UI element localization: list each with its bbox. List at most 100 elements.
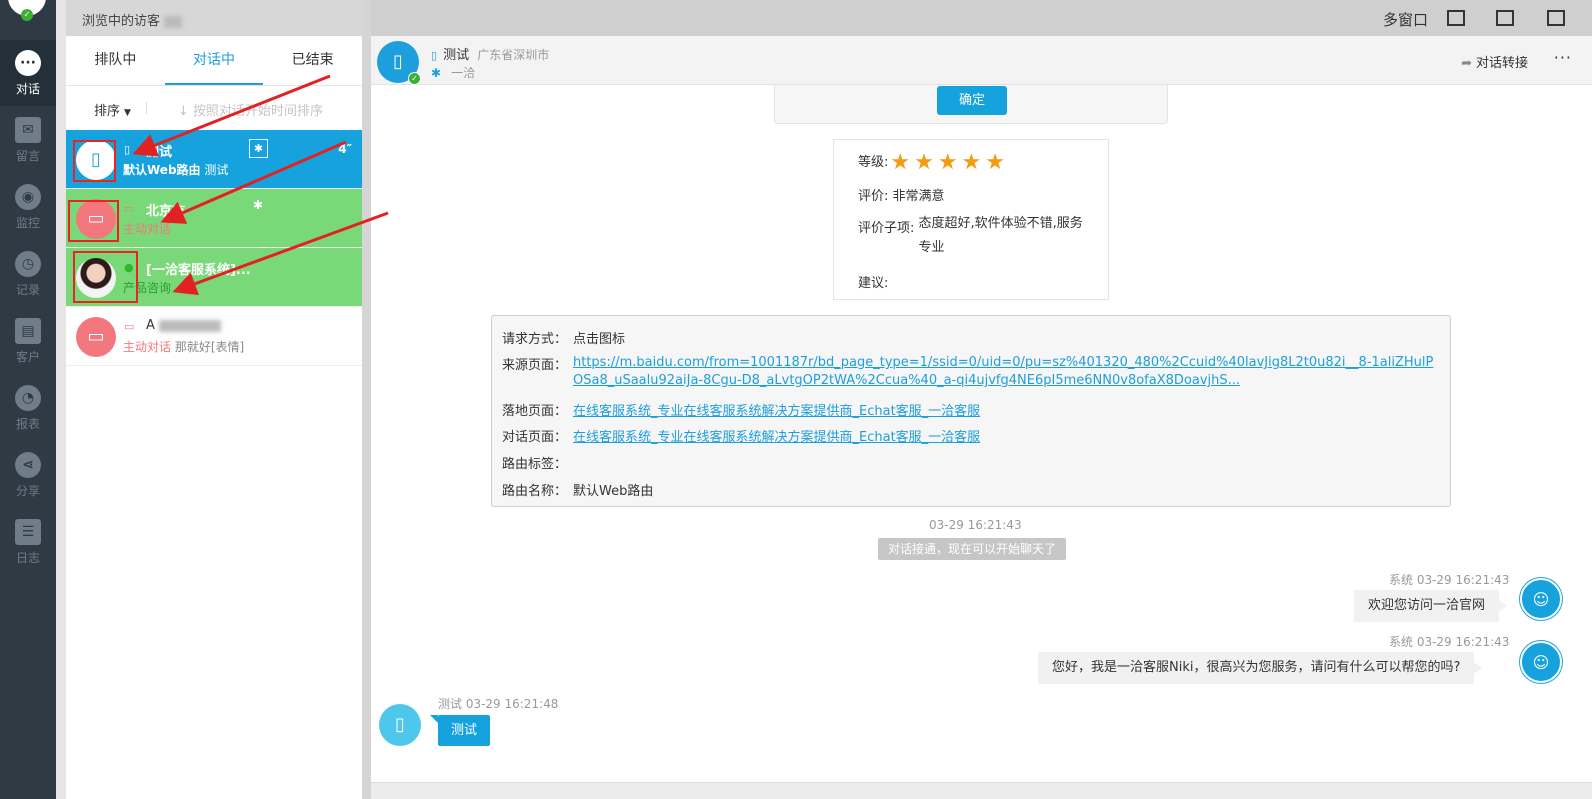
system-notice: 对话接通，现在可以开始聊天了	[878, 538, 1067, 560]
visitor-list-panel: 浏览中的访客 排队中 对话中 已结束 排序 ▼ ↓ 按照对话开始时间排序 ▯ ▯ …	[66, 0, 362, 799]
system-avatar: ☺	[1520, 578, 1562, 620]
visitor-name: 测试	[443, 48, 470, 63]
rating-sub-row: 评价子项: 态度超好,软件体验不错,服务专业	[858, 216, 1091, 260]
nav-item-monitor[interactable]: ◉ 监控	[0, 174, 56, 240]
conversation-tabs: 排队中 对话中 已结束	[66, 36, 362, 86]
message-meta: 系统 03-29 16:21:43	[1389, 635, 1510, 649]
star-rating-icon: ★★★★★	[890, 150, 1010, 175]
contact-card-icon: ▤	[15, 318, 41, 344]
dual-window-icon[interactable]	[1496, 10, 1514, 26]
visitor-avatar[interactable]: ▯ ✓	[377, 41, 421, 85]
window-bar: 多窗口	[371, 0, 1592, 36]
rating-eval-label: 评价:	[858, 189, 889, 204]
tab-queue[interactable]: 排队中	[66, 36, 165, 85]
visitor-name: 测试	[146, 145, 173, 160]
request-row: 请求方式： 点击图标	[502, 328, 625, 347]
route-tag-label: 路由标签：	[502, 457, 568, 472]
rating-level-label: 等级:	[858, 155, 889, 170]
route-tag-row: 路由标签：	[502, 453, 573, 472]
envelope-icon: ✉	[15, 117, 41, 143]
multi-window-icon[interactable]	[1547, 10, 1565, 26]
tab-in-conversation[interactable]: 对话中	[164, 36, 264, 85]
dialog-row: 对话页面： 在线客服系统_专业在线客服系统解决方案提供商_Echat客服_一洽客服	[502, 426, 980, 445]
system-message-bubble: 欢迎您访问一洽官网	[1354, 590, 1508, 622]
annotation-box	[73, 251, 138, 303]
customer-message-bubble: 测试	[429, 715, 491, 746]
left-nav: ✓ ··· 对话 ✉ 留言 ◉ 监控 ◷ 记录 ▤ 客户 ◔ 报表 ⋖ 分享 ☰…	[0, 0, 56, 799]
visitor-list-title: 浏览中的访客	[82, 14, 161, 29]
desktop-icon: ▭	[87, 326, 105, 347]
rating-sub-value: 态度超好,软件体验不错,服务专业	[918, 216, 1083, 255]
desktop-device-icon: ▭	[124, 320, 135, 333]
visitor-list-header: 浏览中的访客	[66, 0, 362, 36]
multi-window-label[interactable]: 多窗口	[1383, 9, 1428, 30]
online-check-icon: ✓	[408, 72, 421, 85]
nav-item-message[interactable]: ✉ 留言	[0, 107, 56, 173]
sort-hint-text: 按照对话开始时间排序	[193, 104, 324, 119]
visitor-last-message: 那就好[表情]	[174, 340, 245, 354]
blurred-count	[164, 15, 183, 28]
more-options-icon[interactable]: ···	[1554, 48, 1572, 67]
rating-level-row: 等级:★★★★★	[858, 150, 1009, 175]
nav-label: 日志	[15, 551, 40, 565]
clipboard-icon: ☰	[15, 519, 41, 545]
route-name-label: 路由名称：	[502, 484, 568, 499]
divider	[146, 102, 147, 114]
visitor-source: ✱ 一洽	[431, 64, 475, 81]
rating-suggest-label: 建议:	[858, 276, 889, 291]
landing-page-link[interactable]: 在线客服系统_专业在线客服系统解决方案提供商_Echat客服_一洽客服	[573, 404, 980, 419]
visitor-avatar: ▭	[76, 317, 116, 357]
nav-label: 对话	[15, 82, 40, 96]
tab-ended[interactable]: 已结束	[263, 36, 362, 85]
source-url-link[interactable]: https://m.baidu.com/from=1001187r/bd_pag…	[573, 354, 1441, 390]
nav-item-chat[interactable]: ··· 对话	[0, 40, 56, 106]
visitor-item[interactable]: ▭ ▭ A 主动对话 那就好[表情]	[66, 307, 362, 366]
input-area-edge	[371, 782, 1592, 799]
nav-item-records[interactable]: ◷ 记录	[0, 241, 56, 307]
visitor-location: 广东省深圳市	[477, 48, 550, 62]
desktop-device-icon: ▭	[124, 202, 135, 215]
baidu-paw-icon: ✱	[253, 198, 264, 212]
nav-label: 报表	[15, 417, 40, 431]
confirm-button[interactable]: 确定	[937, 86, 1007, 115]
request-label: 请求方式：	[502, 332, 568, 347]
nav-item-log[interactable]: ☰ 日志	[0, 509, 56, 575]
nav-label: 记录	[15, 283, 40, 297]
visitor-name: 北京市	[146, 204, 186, 219]
visitor-last-message: 测试	[204, 163, 229, 177]
nav-item-share[interactable]: ⋖ 分享	[0, 442, 56, 508]
single-window-icon[interactable]	[1447, 10, 1465, 26]
forward-arrow-icon: ➦	[1461, 56, 1472, 71]
system-message-bubble: 您好，我是一洽客服Niki，很高兴为您服务，请问有什么可以帮您的吗?	[1038, 652, 1483, 684]
chat-area: 多窗口 ▯ ✓ ▯ 测试 广东省深圳市 ✱ 一洽 ➦ 对话转接 ··· 确定 等级:★★…	[371, 0, 1592, 799]
visitor-route: 主动对话	[123, 340, 172, 354]
annotation-box	[73, 140, 116, 182]
eye-icon: ◉	[15, 184, 41, 210]
sort-hint[interactable]: ↓ 按照对话开始时间排序	[178, 100, 323, 119]
source-name: 一洽	[451, 66, 476, 80]
online-status-icon: ✓	[21, 9, 33, 21]
landing-label: 落地页面：	[502, 404, 568, 419]
caret-down-icon: ▼	[124, 108, 131, 118]
sort-dropdown[interactable]: 排序 ▼	[94, 104, 131, 119]
nav-label: 客户	[15, 350, 40, 364]
landing-row: 落地页面： 在线客服系统_专业在线客服系统解决方案提供商_Echat客服_一洽客服	[502, 400, 980, 419]
transfer-button[interactable]: ➦ 对话转接	[1461, 52, 1528, 71]
confirm-panel: 确定	[774, 85, 1168, 124]
source-row: 来源页面：	[502, 354, 573, 373]
visitor-name: [一洽客服系统]...	[146, 263, 251, 278]
customer-avatar: ▯	[379, 704, 421, 746]
source-label: 来源页面：	[502, 358, 568, 373]
nav-item-reports[interactable]: ◔ 报表	[0, 375, 56, 441]
visitor-route: 默认Web路由	[123, 163, 201, 177]
panel-divider[interactable]	[362, 0, 371, 799]
share-icon: ⋖	[15, 452, 41, 478]
dialog-page-link[interactable]: 在线客服系统_专业在线客服系统解决方案提供商_Echat客服_一洽客服	[573, 430, 980, 445]
nav-label: 分享	[15, 484, 40, 498]
connect-timestamp: 03-29 16:21:43	[929, 518, 1022, 532]
nav-item-customers[interactable]: ▤ 客户	[0, 308, 56, 374]
baidu-paw-icon: ✱	[431, 66, 442, 80]
nav-label: 留言	[15, 149, 40, 163]
sort-label: 排序	[94, 104, 121, 119]
visitor-name-text: A	[146, 318, 155, 333]
